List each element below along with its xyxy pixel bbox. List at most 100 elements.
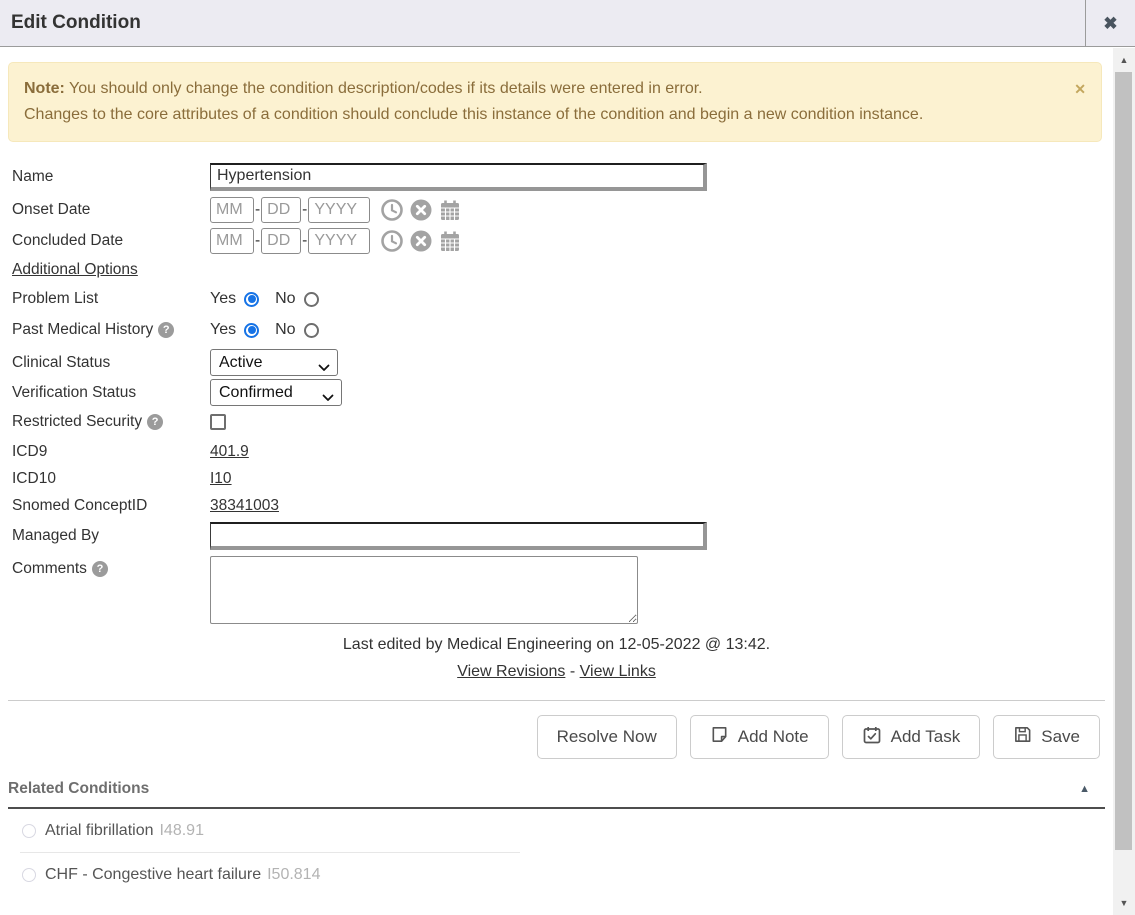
- close-button[interactable]: ✖: [1085, 0, 1135, 47]
- verification-status-label: Verification Status: [12, 384, 210, 402]
- verification-status-select[interactable]: Confirmed: [210, 379, 342, 406]
- add-task-button[interactable]: Add Task: [842, 715, 981, 759]
- icd10-link[interactable]: I10: [210, 470, 232, 488]
- problem-list-label: Problem List: [12, 290, 210, 308]
- close-icon: ✖: [1103, 14, 1117, 34]
- scrollbar-thumb[interactable]: [1115, 72, 1132, 850]
- restricted-security-checkbox[interactable]: [210, 414, 226, 430]
- revision-links: View Revisions - View Links: [0, 663, 1113, 681]
- concluded-date-label: Concluded Date: [12, 232, 210, 250]
- save-button[interactable]: Save: [993, 715, 1100, 759]
- problem-list-no-radio[interactable]: [304, 292, 319, 307]
- no-label: No: [275, 290, 295, 308]
- onset-month-input[interactable]: [210, 197, 254, 223]
- add-note-label: Add Note: [738, 727, 809, 747]
- managed-by-label: Managed By: [12, 527, 210, 545]
- scroll-up-icon[interactable]: ▲: [1113, 52, 1135, 68]
- condition-radio-icon[interactable]: [22, 824, 36, 838]
- snomed-label: Snomed ConceptID: [12, 497, 210, 515]
- name-label: Name: [12, 168, 210, 186]
- row-clinical-status: Clinical Status Active: [12, 349, 1113, 376]
- help-icon[interactable]: ?: [158, 322, 174, 338]
- icd9-link[interactable]: 401.9: [210, 443, 249, 461]
- chevron-down-icon: [322, 389, 334, 407]
- condition-radio-icon[interactable]: [22, 868, 36, 882]
- view-revisions-link[interactable]: View Revisions: [457, 663, 565, 680]
- date-separator: -: [255, 232, 260, 250]
- past-medical-history-label: Past Medical History ?: [12, 321, 210, 339]
- past-medical-history-text: Past Medical History: [12, 321, 153, 339]
- clear-date-icon[interactable]: [409, 198, 433, 222]
- row-verification-status: Verification Status Confirmed: [12, 379, 1113, 406]
- row-icd10: ICD10 I10: [12, 468, 1113, 490]
- snomed-link[interactable]: 38341003: [210, 497, 279, 515]
- vertical-scrollbar[interactable]: ▲ ▼: [1113, 48, 1135, 915]
- row-comments: Comments ?: [12, 556, 1113, 624]
- related-conditions-header[interactable]: Related Conditions ▲: [8, 780, 1105, 809]
- date-separator: -: [302, 232, 307, 250]
- action-buttons: Resolve Now Add Note Add Task Save: [0, 715, 1100, 759]
- row-concluded-date: Concluded Date - -: [12, 228, 1113, 254]
- list-item[interactable]: Atrial fibrillation I48.91: [8, 809, 1105, 852]
- clinical-status-label: Clinical Status: [12, 354, 210, 372]
- concluded-day-input[interactable]: [261, 228, 301, 254]
- comments-text: Comments: [12, 560, 87, 578]
- yes-label: Yes: [210, 290, 236, 308]
- clinical-status-value: Active: [219, 354, 263, 372]
- banner-dismiss-icon[interactable]: ✕: [1074, 76, 1086, 102]
- onset-day-input[interactable]: [261, 197, 301, 223]
- pmh-yes-radio[interactable]: [244, 323, 259, 338]
- verification-status-value: Confirmed: [219, 384, 293, 402]
- clock-icon[interactable]: [380, 198, 404, 222]
- onset-year-input[interactable]: [308, 197, 370, 223]
- row-name: Name: [12, 163, 1113, 191]
- problem-list-radio-group: Yes No: [210, 290, 319, 308]
- clear-date-icon[interactable]: [409, 229, 433, 253]
- concluded-month-input[interactable]: [210, 228, 254, 254]
- row-past-medical-history: Past Medical History ? Yes No: [12, 318, 1113, 342]
- resolve-now-button[interactable]: Resolve Now: [537, 715, 677, 759]
- pmh-no-radio[interactable]: [304, 323, 319, 338]
- warning-prefix: Note:: [24, 80, 65, 97]
- scroll-down-icon[interactable]: ▼: [1113, 895, 1135, 911]
- view-links-link[interactable]: View Links: [580, 663, 656, 680]
- clock-icon[interactable]: [380, 229, 404, 253]
- restricted-security-label: Restricted Security ?: [12, 413, 210, 431]
- list-item[interactable]: CHF - Congestive heart failure I50.814: [8, 853, 1105, 896]
- note-icon: [710, 725, 729, 749]
- calendar-icon[interactable]: [438, 198, 462, 222]
- icd9-label: ICD9: [12, 443, 210, 461]
- concluded-year-input[interactable]: [308, 228, 370, 254]
- date-separator: -: [302, 201, 307, 219]
- warning-text-1: You should only change the condition des…: [65, 80, 703, 97]
- row-problem-list: Problem List Yes No: [12, 287, 1113, 311]
- yes-label: Yes: [210, 321, 236, 339]
- help-icon[interactable]: ?: [147, 414, 163, 430]
- row-onset-date: Onset Date - -: [12, 197, 1113, 223]
- condition-name: Atrial fibrillation: [45, 822, 153, 840]
- onset-date-label: Onset Date: [12, 201, 210, 219]
- problem-list-yes-radio[interactable]: [244, 292, 259, 307]
- warning-banner: Note: You should only change the conditi…: [8, 62, 1102, 142]
- comments-textarea[interactable]: [210, 556, 638, 624]
- icd10-label: ICD10: [12, 470, 210, 488]
- save-label: Save: [1041, 727, 1080, 747]
- section-divider: [8, 700, 1105, 701]
- links-separator: -: [570, 663, 575, 680]
- additional-options-link[interactable]: Additional Options: [12, 261, 138, 279]
- add-note-button[interactable]: Add Note: [690, 715, 829, 759]
- clinical-status-select[interactable]: Active: [210, 349, 338, 376]
- row-snomed: Snomed ConceptID 38341003: [12, 495, 1113, 517]
- row-managed-by: Managed By: [12, 522, 1113, 550]
- collapse-icon[interactable]: ▲: [1079, 783, 1105, 795]
- comments-label: Comments ?: [12, 560, 210, 578]
- condition-name: CHF - Congestive heart failure: [45, 866, 261, 884]
- name-input[interactable]: [210, 163, 707, 191]
- calendar-icon[interactable]: [438, 229, 462, 253]
- concluded-date-tools: [380, 229, 462, 253]
- onset-date-tools: [380, 198, 462, 222]
- help-icon[interactable]: ?: [92, 561, 108, 577]
- managed-by-input[interactable]: [210, 522, 707, 550]
- date-separator: -: [255, 201, 260, 219]
- related-conditions-title: Related Conditions: [8, 780, 149, 798]
